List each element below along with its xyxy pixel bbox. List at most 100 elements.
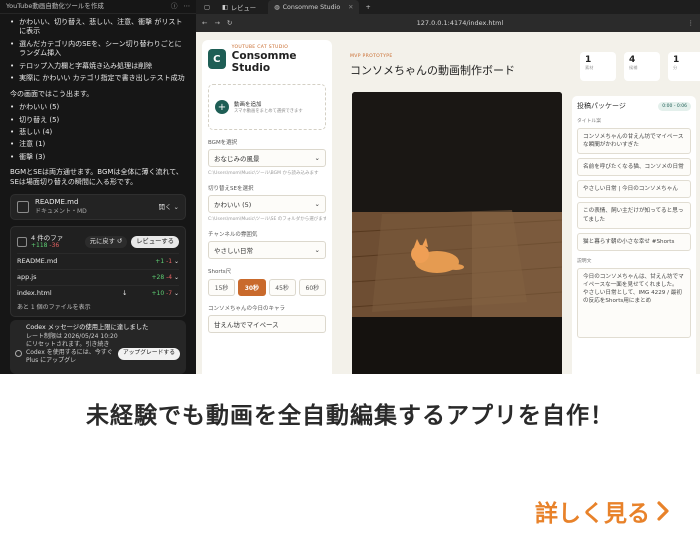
list-item: • 注意 (1) [10, 140, 46, 149]
character-label: コンソメちゃんの今日のキャラ [208, 306, 286, 312]
bgm-select[interactable]: おなじみの風景 ⌄ [208, 149, 326, 167]
review-button[interactable]: レビューする [131, 235, 179, 249]
app-page: C YOUTUBE CAT STUDIO Consomme Studio + 動… [196, 32, 700, 374]
limit-heading: Codex メッセージの使用上限に達しました [26, 324, 149, 331]
title-label: タイトル案 [577, 119, 601, 124]
bgm-path: C:\Users\mom\Music\ツール\BGM から読み込みます [208, 171, 319, 176]
files-icon [17, 237, 27, 248]
duration-45[interactable]: 45秒 [268, 279, 296, 296]
sidebar-toggle-icon[interactable]: ▢ [204, 4, 210, 11]
open-button[interactable]: 開く ⌄ [158, 203, 179, 212]
shorts-label: Shorts尺 [208, 269, 232, 275]
title-option[interactable]: この表情、飼い主だけが知ってると思ってました [577, 202, 691, 229]
list-item: • 選んだカテゴリ内のSEを、シーン切り替わりごとにランダム挿入 [10, 39, 182, 58]
list-item: • 切り替え (5) [10, 115, 60, 124]
list-item: • 悲しい (4) [10, 127, 53, 136]
usage-limit-banner: Codex メッセージの使用上限に達しました レート制限は 2026/05/24… [10, 320, 186, 374]
se-select[interactable]: かわいい (5) ⌄ [208, 195, 326, 213]
headline: 未経験でも動画を全自動編集するアプリを自作！ [86, 403, 614, 429]
se-path: C:\Users\mom\Music\ツール\SE のフォルダから選びます [208, 217, 326, 222]
table-row[interactable]: README.md +1 -1 ⌄ [17, 253, 179, 269]
clock-icon [15, 350, 22, 357]
changes-title: 4 件のファ [31, 233, 64, 242]
chat-panel: YouTube動画自動化ツールを作成 ⓘ ⋯ • かわいい、切り替え、悲しい、注意… [0, 0, 196, 374]
duration-selector: 15秒 30秒 45秒 60秒 [208, 279, 326, 296]
undo-button[interactable]: 元に戻す ↺ [84, 235, 128, 249]
show-more-files[interactable]: あと 1 個のファイルを表示 [17, 304, 179, 312]
logo: C [208, 49, 226, 69]
character-input[interactable]: 甘えん坊でマイペース [208, 315, 326, 333]
chevron-right-icon [657, 501, 669, 521]
video-preview[interactable] [352, 92, 562, 374]
file-type: ドキュメント・MD [35, 207, 87, 215]
upgrade-button[interactable]: アップグレードする [117, 348, 180, 360]
tab-consomme-studio[interactable]: ◍ Consomme Studio ✕ [268, 0, 360, 14]
duration-15[interactable]: 15秒 [208, 279, 236, 296]
menu-icon[interactable]: ⋮ [688, 19, 695, 27]
chevron-down-icon: ⌄ [314, 154, 320, 162]
read-more-label: 詳しく見る [535, 501, 650, 527]
file-changes-card: 4 件のファ +118 -36 元に戻す ↺ レビューする README.md … [10, 226, 186, 318]
title-option[interactable]: コンソメちゃんの甘えん坊でマイペースな瞬間がかわいすぎた [577, 128, 691, 155]
globe-icon: ◍ [274, 3, 280, 11]
table-row[interactable]: index.html ↓ +10 -7 ⌄ [17, 285, 179, 301]
posting-package-panel: 投稿パッケージ 0:00 - 0:06 タイトル案 コンソメちゃんの甘えん坊でマ… [572, 96, 696, 374]
more-icon[interactable]: ⋯ [184, 2, 191, 11]
reload-icon[interactable]: ↻ [227, 19, 232, 27]
limit-body: レート制限は 2026/05/24 10:20にリセットされます。引き続き Co… [26, 332, 118, 364]
duration-30[interactable]: 30秒 [238, 279, 266, 296]
add-video-button[interactable]: + 動画を追加 スマホ動画をまとめて選択できます [208, 84, 326, 130]
stats: 1 素材 4 候補 1分 [580, 52, 700, 81]
channel-label: チャンネルの雰囲気 [208, 232, 258, 238]
stat-card: 1分 [668, 52, 700, 81]
list-item: • 衝撃 (3) [10, 152, 46, 161]
close-icon[interactable]: ✕ [348, 4, 353, 11]
plus-icon: + [215, 100, 229, 114]
board-title: コンソメちゃんの動画制作ボード [350, 64, 515, 77]
list-item: • 実際に かわいい カテゴリ指定で書き出しテスト成功 [10, 74, 185, 83]
posts-title: 投稿パッケージ [577, 102, 626, 110]
arrow-down-icon[interactable]: ↓ [122, 289, 127, 298]
forward-icon[interactable]: → [214, 19, 219, 27]
chevron-down-icon: ⌄ [314, 200, 320, 208]
counts-intro: 今の画面ではこう出ます。 [10, 89, 94, 98]
bgm-label: BGMを選択 [208, 140, 238, 146]
url-field[interactable]: 127.0.0.1:4174/index.html [239, 19, 680, 27]
tab-bar: ▢ ◧ レビュー ◍ Consomme Studio ✕ + [196, 0, 700, 14]
se-label: 切り替えSEを選択 [208, 186, 254, 192]
time-badge: 0:00 - 0:06 [658, 101, 691, 111]
read-more-link[interactable]: 詳しく見る [535, 494, 670, 528]
board-subtitle: MVP PROTOTYPE [350, 54, 393, 59]
app-sidebar: C YOUTUBE CAT STUDIO Consomme Studio + 動… [202, 40, 332, 374]
app-screenshot: YouTube動画自動化ツールを作成 ⓘ ⋯ • かわいい、切り替え、悲しい、注意… [0, 0, 700, 374]
duration-60[interactable]: 60秒 [298, 279, 326, 296]
readme-file-card[interactable]: README.md ドキュメント・MD 開く ⌄ [10, 194, 186, 221]
bgm-note: BGMとSEは両方通せます。BGMは全体に薄く流れて、SEは場面切り替えの瞬間に… [10, 168, 183, 186]
chat-title: YouTube動画自動化ツールを作成 [6, 2, 104, 11]
review-icon: ◧ [221, 3, 228, 11]
title-option[interactable]: やさしい日常 | 今日のコンソメちゃん [577, 180, 691, 199]
title-option[interactable]: 名前を呼びたくなる猫、コンソメの日常 [577, 158, 691, 177]
browser-window: ▢ ◧ レビュー ◍ Consomme Studio ✕ + ← → ↻ 127.0.… [196, 0, 700, 374]
back-icon[interactable]: ← [202, 19, 207, 27]
brand-name: Consomme Studio [231, 49, 297, 74]
description-label: 説明文 [577, 258, 592, 264]
new-tab-icon[interactable]: + [365, 4, 370, 11]
info-icon[interactable]: ⓘ [171, 2, 178, 11]
chat-title-bar: YouTube動画自動化ツールを作成 ⓘ ⋯ [0, 0, 196, 14]
document-icon [17, 201, 29, 214]
brand: C YOUTUBE CAT STUDIO Consomme Studio [208, 45, 326, 74]
chevron-down-icon: ⌄ [314, 246, 320, 254]
url-bar: ← → ↻ 127.0.0.1:4174/index.html ⋮ [196, 14, 700, 32]
tab-review[interactable]: ◧ レビュー [216, 0, 262, 14]
channel-select[interactable]: やさしい日常 ⌄ [208, 241, 326, 259]
list-item: • かわいい (5) [10, 103, 60, 112]
table-row[interactable]: app.js +28 -4 ⌄ [17, 269, 179, 285]
title-option[interactable]: 猫と暮らす朝の小さな幸せ #Shorts [577, 232, 691, 251]
list-item: • テロップ入力欄と字幕焼き込み処理は削除 [10, 61, 153, 70]
stat-card: 1 素材 [580, 52, 616, 81]
cat-video-frame [352, 92, 562, 374]
file-name: README.md [35, 198, 79, 207]
description-textarea[interactable]: 今日のコンソメちゃんは、甘えん坊でマイペースな一面を見せてくれました。 やさしい… [577, 267, 691, 338]
list-item: • かわいい、切り替え、悲しい、注意、衝撃 がリストに表示 [10, 18, 183, 36]
